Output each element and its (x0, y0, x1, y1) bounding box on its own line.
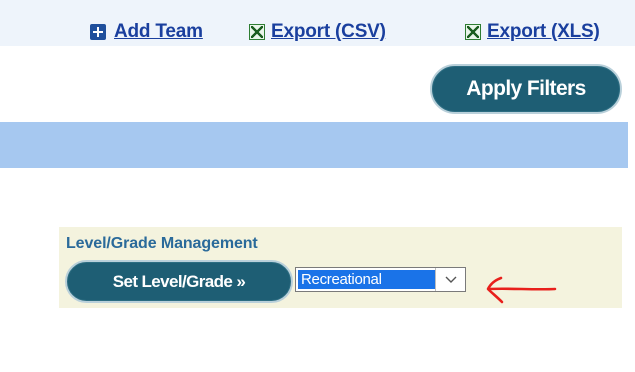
level-grade-selected-value: Recreational (298, 270, 435, 289)
excel-file-icon (465, 24, 481, 40)
excel-file-icon (249, 24, 265, 40)
chevron-down-icon[interactable] (435, 268, 465, 291)
chevron-down-icon-glyph (445, 276, 456, 283)
export-csv-link[interactable]: Export (CSV) (249, 20, 386, 44)
export-xls-link[interactable]: Export (XLS) (465, 20, 600, 44)
set-level-grade-button[interactable]: Set Level/Grade » (65, 260, 293, 303)
toolbar: Add Team Export (CSV) Export (XLS) (0, 0, 635, 46)
red-arrow-annotation (486, 276, 557, 304)
plus-box-icon (90, 24, 106, 40)
level-grade-title: Level/Grade Management (66, 235, 258, 252)
filter-band (0, 122, 628, 168)
add-team-label: Add Team (114, 21, 203, 42)
add-team-link[interactable]: Add Team (90, 20, 203, 44)
export-csv-label: Export (CSV) (271, 21, 386, 42)
apply-filters-button[interactable]: Apply Filters (430, 64, 622, 114)
export-xls-label: Export (XLS) (487, 21, 600, 42)
level-grade-select[interactable]: Recreational (295, 267, 466, 292)
